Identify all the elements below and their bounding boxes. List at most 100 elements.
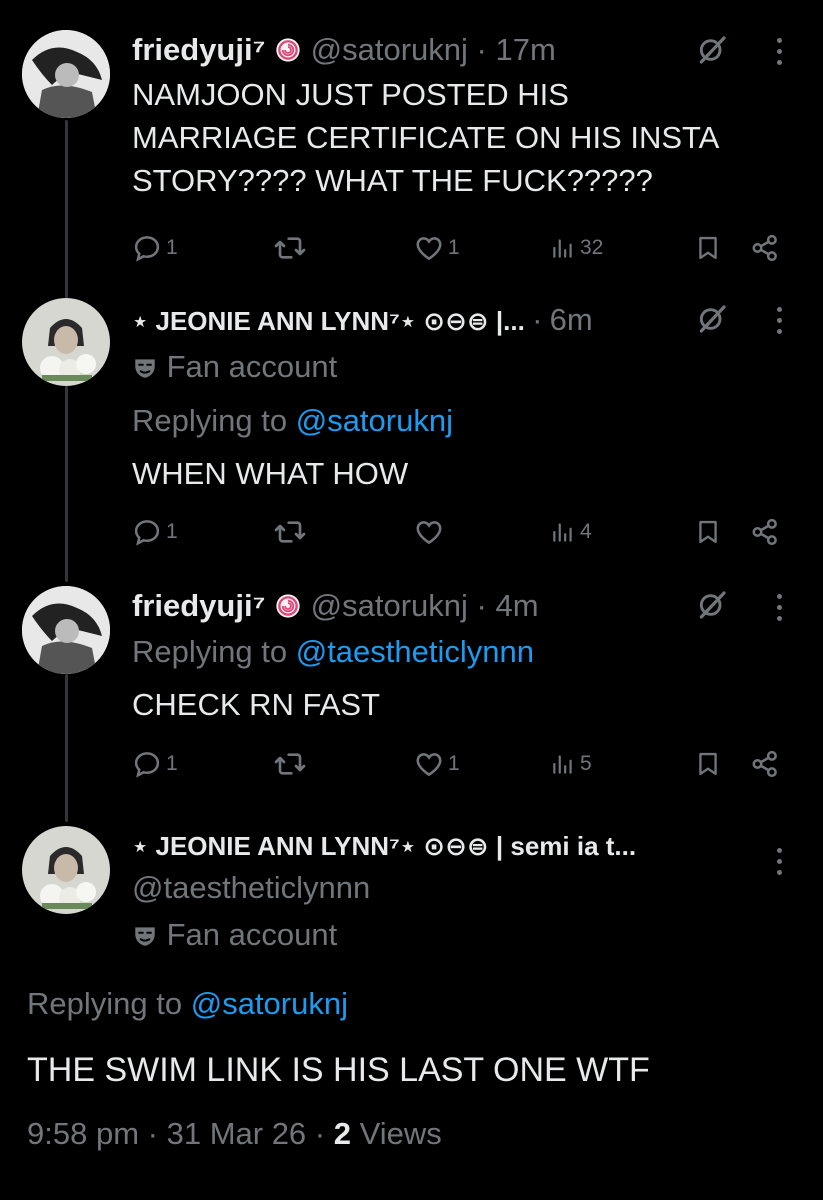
bookmark-button[interactable] [694, 744, 722, 784]
like-button[interactable] [414, 512, 444, 552]
bookmark-button[interactable] [694, 228, 722, 268]
label-text: Fan account [166, 917, 338, 952]
fan-account-label: Fan account [132, 347, 337, 387]
avatar-image [22, 826, 110, 914]
share-button[interactable] [750, 228, 780, 268]
fan-account-label: Fan account [132, 915, 337, 955]
bookmark-icon [694, 749, 722, 779]
avatar-image [22, 298, 110, 386]
grok-icon[interactable] [696, 303, 728, 335]
like-button[interactable]: 1 [414, 744, 460, 784]
tweet-text: NAMJOON JUST POSTED HIS MARRIAGE CERTIFI… [132, 73, 719, 202]
action-bar: 1 1 5 [132, 744, 782, 784]
replying-handle-link[interactable]: @taestheticlynnn [296, 634, 534, 669]
views-icon [550, 234, 576, 262]
heart-icon [414, 749, 444, 779]
retweet-button[interactable] [274, 228, 306, 268]
timestamp[interactable]: 17m [495, 32, 555, 67]
label-text: Fan account [166, 349, 338, 384]
post-date[interactable]: 31 Mar 26 [167, 1116, 307, 1151]
bookmark-button[interactable] [694, 512, 722, 552]
thread-line [65, 120, 68, 298]
display-name[interactable]: friedyuji⁷ [132, 32, 265, 67]
views-label: Views [359, 1116, 442, 1151]
tweet-text-line: STORY???? WHAT THE FUCK????? [132, 163, 653, 198]
tweet-meta: 9:58 pm · 31 Mar 26 · 2 Views [27, 1114, 442, 1154]
tweet-text-line: MARRIAGE CERTIFICATE ON HIS INSTA [132, 120, 720, 155]
retweet-button[interactable] [274, 744, 306, 784]
avatar-image [22, 586, 110, 674]
avatar[interactable] [22, 30, 110, 118]
reply-icon [132, 517, 162, 547]
grok-icon[interactable] [696, 34, 728, 66]
bookmark-icon [694, 517, 722, 547]
replying-to: Replying to @taestheticlynnn [132, 632, 534, 672]
action-bar: 1 1 32 [132, 228, 782, 268]
views-count: 4 [580, 520, 592, 543]
like-count: 1 [448, 236, 460, 259]
handle[interactable]: @taestheticlynnn [132, 868, 370, 908]
replying-prefix: Replying to [27, 986, 191, 1021]
swirl-badge-icon [274, 592, 302, 620]
replying-handle-link[interactable]: @satoruknj [191, 986, 348, 1021]
swirl-badge-icon [274, 36, 302, 64]
more-icon[interactable] [773, 307, 785, 337]
avatar-image [22, 30, 110, 118]
more-icon[interactable] [773, 848, 785, 878]
share-button[interactable] [750, 512, 780, 552]
more-icon[interactable] [773, 38, 785, 68]
tweet-text-line: NAMJOON JUST POSTED HIS [132, 77, 569, 112]
views-button[interactable]: 32 [550, 228, 603, 268]
like-button[interactable]: 1 [414, 228, 460, 268]
views-button[interactable]: 5 [550, 744, 592, 784]
action-bar: 1 4 [132, 512, 782, 552]
bookmark-icon [694, 233, 722, 263]
share-button[interactable] [750, 744, 780, 784]
reply-count: 1 [166, 520, 178, 543]
separator: · [532, 302, 543, 337]
views-icon [550, 750, 576, 778]
reply-icon [132, 749, 162, 779]
handle[interactable]: @satoruknj [311, 588, 468, 623]
views-count: 2 [333, 1116, 351, 1151]
share-icon [750, 517, 780, 547]
retweet-button[interactable] [274, 512, 306, 552]
replying-to: Replying to @satoruknj [132, 401, 453, 441]
reply-button[interactable]: 1 [132, 744, 178, 784]
reply-count: 1 [166, 752, 178, 775]
post-time[interactable]: 9:58 pm [27, 1116, 139, 1151]
separator: · [476, 32, 487, 67]
replying-prefix: Replying to [132, 403, 296, 438]
tweet-text: THE SWIM LINK IS HIS LAST ONE WTF [27, 1051, 650, 1089]
avatar[interactable] [22, 586, 110, 674]
replying-prefix: Replying to [132, 634, 296, 669]
handle[interactable]: @satoruknj [311, 32, 468, 67]
heart-icon [414, 517, 444, 547]
avatar[interactable] [22, 298, 110, 386]
share-icon [750, 233, 780, 263]
replying-handle-link[interactable]: @satoruknj [296, 403, 453, 438]
timestamp[interactable]: 4m [495, 588, 538, 623]
tweet-text: CHECK RN FAST [132, 687, 381, 722]
views-count: 5 [580, 752, 592, 775]
avatar[interactable] [22, 826, 110, 914]
tweet-text: WHEN WHAT HOW [132, 456, 409, 491]
views-button[interactable]: 4 [550, 512, 592, 552]
reply-count: 1 [166, 236, 178, 259]
reply-button[interactable]: 1 [132, 512, 178, 552]
more-icon[interactable] [773, 594, 785, 624]
views-icon [550, 518, 576, 546]
theater-masks-icon [132, 923, 158, 949]
display-name[interactable]: ⋆ JEONIE ANN LYNN⁷⋆ ⊙⊖⊜ | semi ia t... [132, 826, 636, 866]
thread-line [65, 674, 68, 822]
separator: · [314, 1116, 326, 1151]
like-count: 1 [448, 752, 460, 775]
views-count: 32 [580, 236, 604, 259]
share-icon [750, 749, 780, 779]
theater-masks-icon [132, 355, 158, 381]
reply-button[interactable]: 1 [132, 228, 178, 268]
display-name[interactable]: ⋆ JEONIE ANN LYNN⁷⋆ ⊙⊖⊜ |... [132, 306, 525, 336]
timestamp[interactable]: 6m [550, 302, 593, 337]
grok-icon[interactable] [696, 589, 728, 621]
display-name[interactable]: friedyuji⁷ [132, 588, 265, 623]
